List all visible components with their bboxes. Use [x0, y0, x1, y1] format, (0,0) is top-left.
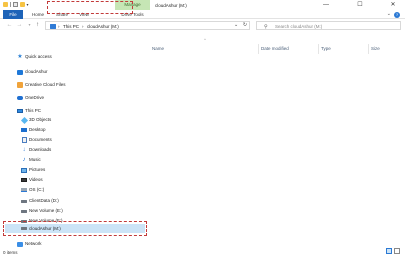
nav-label: Desktop	[29, 127, 46, 132]
nav-label: OneDrive	[25, 95, 45, 100]
star-icon: ★	[17, 54, 23, 60]
nav-label: Quick access	[25, 54, 52, 59]
tab-file[interactable]: File	[3, 10, 23, 19]
nav-item-network[interactable]: Network	[0, 239, 148, 249]
column-divider[interactable]	[258, 44, 259, 54]
help-icon[interactable]: ?	[394, 11, 400, 18]
tab-home[interactable]: Home	[27, 10, 49, 19]
download-icon: ↓	[22, 147, 26, 153]
details-view-icon[interactable]	[386, 248, 392, 254]
status-item-count: 0 items	[3, 250, 18, 255]
address-highlight-box	[47, 1, 133, 14]
nav-label: Music	[29, 157, 41, 162]
column-name[interactable]: Name	[152, 46, 164, 51]
customize-toolbar-icon[interactable]: ▾	[27, 2, 32, 7]
breadcrumb-separator: ›	[58, 23, 60, 29]
nav-label: This PC	[25, 108, 42, 113]
nav-item-cloudashur[interactable]: cloudAshur	[0, 67, 148, 77]
column-size[interactable]: Size	[371, 46, 380, 51]
window-title: cloudAshur (M:)	[155, 2, 187, 8]
address-dropdown-icon[interactable]: ⌄	[234, 21, 238, 29]
address-bar[interactable]: › This PC › cloudAshur (M:)	[45, 21, 250, 30]
quick-access-toolbar: ▾	[3, 2, 32, 7]
breadcrumb-separator: ›	[82, 23, 84, 29]
nav-item-documents[interactable]: Documents	[0, 135, 148, 145]
new-folder-icon[interactable]	[19, 2, 25, 7]
nav-label: 3D Objects	[29, 117, 52, 122]
cloud-folder-icon	[17, 69, 23, 75]
column-divider[interactable]	[368, 44, 369, 54]
column-type[interactable]: Type	[321, 46, 331, 51]
music-icon: ♪	[22, 157, 26, 163]
nav-item-new-volume-e[interactable]: New Volume (E:)	[0, 206, 148, 216]
nav-label: Creative Cloud Files	[25, 82, 66, 87]
onedrive-icon	[17, 95, 23, 101]
large-icons-view-icon[interactable]	[394, 248, 400, 254]
nav-label: Downloads	[29, 147, 52, 152]
nav-item-desktop[interactable]: Desktop	[0, 125, 148, 135]
maximize-button[interactable]: ☐	[349, 0, 371, 10]
nav-label: Documents	[29, 137, 52, 142]
up-arrow-icon[interactable]: ↑	[34, 21, 41, 29]
toolbar-divider	[10, 2, 11, 7]
nav-label: Videos	[29, 177, 43, 182]
column-divider[interactable]	[318, 44, 319, 54]
minimize-button[interactable]: —	[315, 0, 337, 10]
sort-indicator-icon: ^	[204, 37, 206, 42]
cube-icon	[20, 116, 28, 124]
nav-label: Pictures	[29, 167, 46, 172]
search-input[interactable]: Search cloudAshur (M:)	[275, 24, 322, 29]
video-icon	[21, 177, 27, 183]
os-drive-icon	[21, 187, 27, 193]
nav-item-creative-cloud[interactable]: Creative Cloud Files	[0, 80, 148, 90]
nav-label: New Volume (E:)	[29, 208, 63, 213]
computer-icon	[17, 108, 23, 114]
nav-item-videos[interactable]: Videos	[0, 175, 148, 185]
nav-label: Network	[25, 241, 42, 246]
recent-locations-icon[interactable]: ▾	[26, 21, 33, 29]
creative-cloud-icon	[17, 82, 23, 88]
folder-icon[interactable]	[3, 2, 8, 7]
address-row: ← → ▾ ↑ › This PC › cloudAshur (M:) ⌄ ↻ …	[0, 19, 405, 32]
nav-item-3d-objects[interactable]: 3D Objects	[0, 115, 148, 125]
close-button[interactable]: ✕	[382, 0, 404, 10]
column-date-modified[interactable]: Date modified	[261, 46, 289, 51]
nav-item-clientdata-d[interactable]: ClientData (D:)	[0, 196, 148, 206]
nav-label: ClientData (D:)	[29, 198, 59, 203]
nav-item-quick-access[interactable]: ★ Quick access	[0, 52, 148, 62]
breadcrumb-cloudashur[interactable]: cloudAshur (M:)	[87, 24, 119, 29]
nav-item-music[interactable]: ♪ Music	[0, 155, 148, 165]
pictures-icon	[21, 167, 27, 173]
search-icon: ⚲	[264, 23, 268, 30]
nav-item-downloads[interactable]: ↓ Downloads	[0, 145, 148, 155]
network-icon	[17, 241, 23, 247]
breadcrumb-this-pc[interactable]: This PC	[63, 24, 79, 29]
nav-item-os-c[interactable]: OS (C:)	[0, 185, 148, 195]
nav-item-onedrive[interactable]: OneDrive	[0, 93, 148, 103]
chevron-down-icon[interactable]: ⌄	[387, 11, 391, 17]
nav-label: OS (C:)	[29, 187, 45, 192]
drive-icon	[21, 208, 27, 214]
selection-highlight-box	[3, 221, 147, 236]
desktop-icon	[21, 127, 27, 133]
search-box[interactable]: ⚲ Search cloudAshur (M:)	[256, 21, 401, 30]
computer-icon	[50, 23, 56, 29]
document-icon	[21, 137, 27, 143]
nav-item-pictures[interactable]: Pictures	[0, 165, 148, 175]
forward-arrow-icon[interactable]: →	[16, 21, 23, 29]
nav-label: cloudAshur	[25, 69, 48, 74]
properties-icon[interactable]	[12, 2, 18, 7]
drive-icon	[21, 198, 27, 204]
refresh-icon[interactable]: ↻	[240, 21, 250, 30]
back-arrow-icon[interactable]: ←	[6, 21, 13, 29]
